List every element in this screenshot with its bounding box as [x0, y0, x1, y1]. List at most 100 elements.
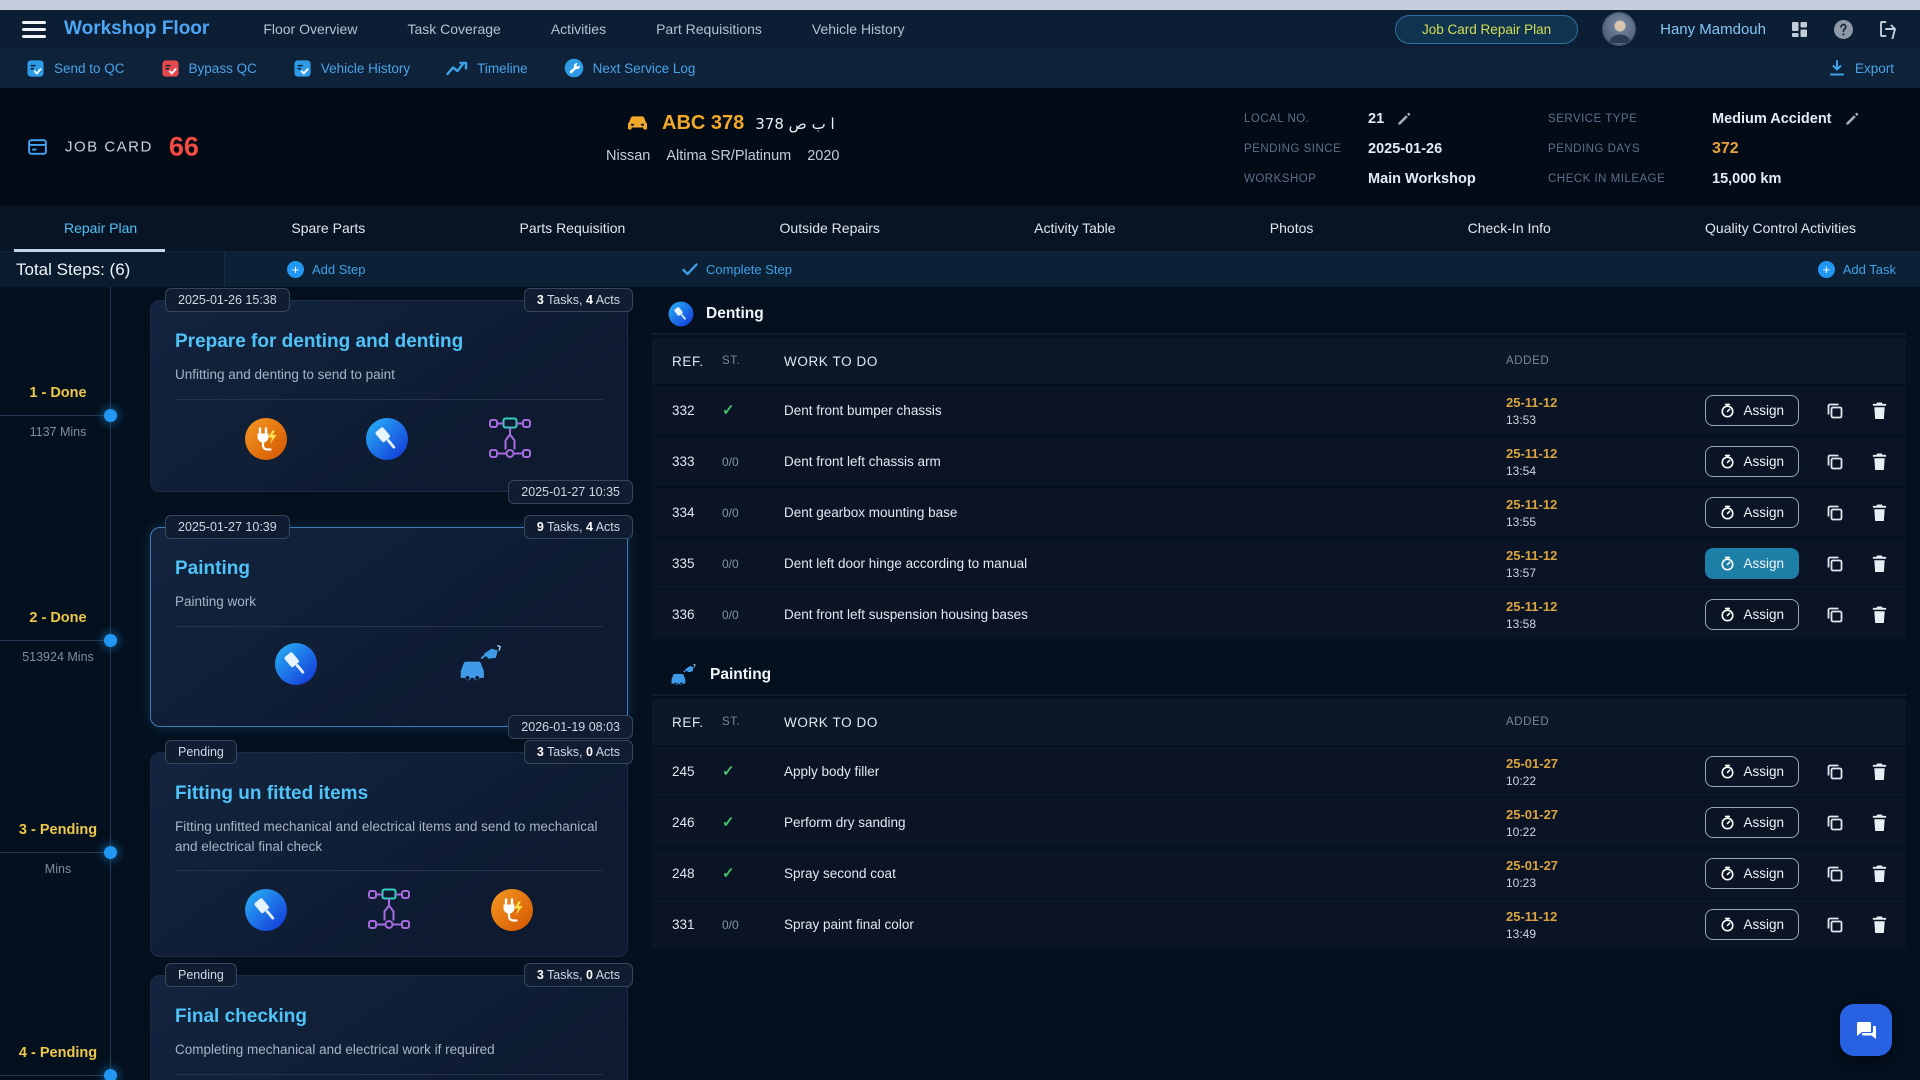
timeline-dot — [104, 634, 117, 647]
tab-parts-requisition[interactable]: Parts Requisition — [516, 205, 630, 251]
nav-link-task-coverage[interactable]: Task Coverage — [407, 21, 500, 37]
task-added-datetime: 25-11-1213:58 — [1506, 599, 1656, 631]
task-row: 3340/0Dent gearbox mounting base25-11-12… — [652, 486, 1906, 537]
step-craft-icons — [175, 871, 603, 950]
total-steps-label: Total Steps: (6) — [0, 252, 225, 287]
assign-label: Assign — [1743, 556, 1784, 571]
table-header-row: REF.ST.WORK TO DOADDED — [652, 699, 1906, 745]
copy-task-button[interactable] — [1825, 503, 1845, 523]
assign-button[interactable]: Assign — [1705, 599, 1799, 630]
assign-label: Assign — [1743, 917, 1784, 932]
assign-button[interactable]: Assign — [1705, 548, 1799, 579]
info-value-text: 21 — [1368, 111, 1384, 127]
vehicle-history-button[interactable]: Vehicle History — [293, 58, 410, 78]
section-header: Denting — [652, 295, 1906, 335]
copy-task-button[interactable] — [1825, 401, 1845, 421]
tab-quality-control-activities[interactable]: Quality Control Activities — [1701, 205, 1860, 251]
add-step-button[interactable]: + Add Step — [287, 252, 366, 287]
tab-spare-parts[interactable]: Spare Parts — [287, 205, 369, 251]
copy-task-button[interactable] — [1825, 452, 1845, 472]
complete-step-button[interactable]: Complete Step — [682, 252, 792, 287]
assign-button[interactable]: Assign — [1705, 446, 1799, 477]
delete-task-button[interactable] — [1871, 503, 1888, 522]
sign-out-icon[interactable] — [1878, 19, 1898, 39]
task-work-to-do: Apply body filler — [784, 764, 1506, 779]
stopwatch-icon — [1720, 764, 1735, 779]
user-avatar[interactable] — [1602, 12, 1636, 46]
section-title: Painting — [710, 666, 771, 684]
task-row: 3330/0Dent front left chassis arm25-11-1… — [652, 435, 1906, 486]
tab-activity-table[interactable]: Activity Table — [1030, 205, 1119, 251]
export-button[interactable]: Export — [1828, 59, 1894, 77]
delete-task-button[interactable] — [1871, 813, 1888, 832]
assign-button[interactable]: Assign — [1705, 756, 1799, 787]
task-ref: 245 — [652, 764, 722, 779]
assign-button[interactable]: Assign — [1705, 807, 1799, 838]
delete-task-button[interactable] — [1871, 864, 1888, 883]
assign-label: Assign — [1743, 866, 1784, 881]
step-duration: Mins — [0, 862, 116, 876]
bypass-qc-button[interactable]: Bypass QC — [161, 58, 257, 78]
app-title: Workshop Floor — [64, 18, 209, 40]
assign-button[interactable]: Assign — [1705, 909, 1799, 940]
step-craft-icons — [175, 1075, 603, 1080]
edit-pencil-icon[interactable] — [1844, 110, 1861, 127]
send-to-qc-button[interactable]: Send to QC — [26, 58, 125, 78]
assign-button[interactable]: Assign — [1705, 497, 1799, 528]
tab-photos[interactable]: Photos — [1266, 205, 1318, 251]
user-name: Hany Mamdouh — [1660, 21, 1766, 38]
step-title: Prepare for denting and denting — [175, 331, 603, 353]
delete-task-button[interactable] — [1871, 762, 1888, 781]
step-card[interactable]: Pending3 Tasks, 0 ActsFinal checkingComp… — [150, 975, 628, 1080]
tab-repair-plan[interactable]: Repair Plan — [60, 205, 141, 251]
main-content: 1 - Done1137 Mins2025-01-26 15:383 Tasks… — [0, 287, 1920, 1080]
task-row: 245✓Apply body filler25-01-2710:22Assign — [652, 745, 1906, 796]
status-count: 0/0 — [722, 504, 784, 522]
hamburger-menu-icon[interactable] — [22, 17, 46, 42]
download-icon — [1828, 59, 1846, 77]
assign-button[interactable]: Assign — [1705, 395, 1799, 426]
job-card-id-block: JOB CARD 66 — [26, 131, 199, 162]
nav-link-vehicle-history[interactable]: Vehicle History — [812, 21, 905, 37]
step-card[interactable]: Pending3 Tasks, 0 ActsFitting un fitted … — [150, 752, 628, 957]
copy-task-button[interactable] — [1825, 554, 1845, 574]
task-ref: 331 — [652, 917, 722, 932]
delete-task-button[interactable] — [1871, 401, 1888, 420]
nav-link-floor-overview[interactable]: Floor Overview — [263, 21, 357, 37]
nav-link-activities[interactable]: Activities — [551, 21, 606, 37]
step-start-badge: 2025-01-27 10:39 — [165, 515, 290, 539]
task-added-datetime: 25-11-1213:57 — [1506, 548, 1656, 580]
chat-button[interactable] — [1840, 1004, 1892, 1056]
edit-pencil-icon[interactable] — [1396, 110, 1413, 127]
delete-task-button[interactable] — [1871, 915, 1888, 934]
step-card[interactable]: 2025-01-26 15:383 Tasks, 4 ActsPrepare f… — [150, 300, 628, 492]
nav-link-part-requisitions[interactable]: Part Requisitions — [656, 21, 762, 37]
delete-task-button[interactable] — [1871, 605, 1888, 624]
copy-task-button[interactable] — [1825, 813, 1845, 833]
stopwatch-icon — [1720, 454, 1735, 469]
assign-button[interactable]: Assign — [1705, 858, 1799, 889]
info-label: WORKSHOP — [1244, 173, 1356, 185]
delete-task-button[interactable] — [1871, 554, 1888, 573]
vehicle-history-label: Vehicle History — [321, 61, 410, 76]
tab-check-in-info[interactable]: Check-In Info — [1464, 205, 1555, 251]
timeline-button[interactable]: Timeline — [446, 58, 528, 78]
added-date: 25-11-12 — [1506, 599, 1656, 614]
job-card-number: 66 — [169, 131, 199, 162]
apps-grid-icon[interactable] — [1790, 20, 1809, 39]
copy-task-button[interactable] — [1825, 762, 1845, 782]
added-time: 13:55 — [1506, 515, 1656, 529]
add-task-button[interactable]: + Add Task — [1818, 252, 1896, 287]
task-ref: 332 — [652, 403, 722, 418]
tab-outside-repairs[interactable]: Outside Repairs — [776, 205, 884, 251]
step-card[interactable]: 2025-01-27 10:399 Tasks, 4 ActsPaintingP… — [150, 527, 628, 727]
step-start-badge: Pending — [165, 740, 237, 764]
next-service-log-button[interactable]: Next Service Log — [564, 58, 696, 78]
step-description: Unfitting and denting to send to paint — [175, 365, 603, 385]
copy-task-button[interactable] — [1825, 605, 1845, 625]
help-icon[interactable] — [1833, 19, 1854, 40]
copy-task-button[interactable] — [1825, 915, 1845, 935]
job-card-repair-plan-button[interactable]: Job Card Repair Plan — [1395, 15, 1578, 44]
delete-task-button[interactable] — [1871, 452, 1888, 471]
copy-task-button[interactable] — [1825, 864, 1845, 884]
